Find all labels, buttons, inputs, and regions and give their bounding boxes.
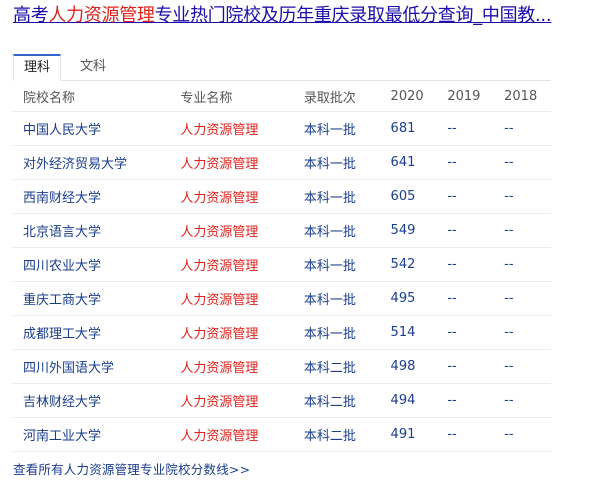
score-2019-cell: -- — [437, 111, 495, 146]
score-2018-cell: -- — [494, 213, 551, 248]
table-header-row: 院校名称 专业名称 录取批次 2020 2019 2018 — [13, 81, 551, 112]
score-2019-cell: -- — [437, 247, 495, 282]
school-cell[interactable]: 重庆工商大学 — [13, 281, 171, 316]
tab-arts[interactable]: 文科 — [69, 54, 117, 80]
school-cell[interactable]: 吉林财经大学 — [13, 383, 171, 418]
title-prefix: 高考 — [13, 5, 49, 26]
view-all-scores-link[interactable]: 查看所有人力资源管理专业院校分数线>> — [13, 459, 250, 478]
header-school: 院校名称 — [13, 81, 171, 112]
score-2020-cell: 641 — [380, 145, 438, 180]
subject-tabs: 理科 文科 — [13, 54, 551, 81]
school-cell[interactable]: 北京语言大学 — [13, 213, 171, 248]
table-row: 中国人民大学 人力资源管理 本科一批 681 -- -- — [13, 111, 551, 146]
batch-cell: 本科一批 — [293, 213, 381, 248]
header-2020: 2020 — [380, 81, 438, 112]
table-row: 重庆工商大学 人力资源管理 本科一批 495 -- -- — [13, 281, 551, 316]
page-title-link[interactable]: 高考人力资源管理专业热门院校及历年重庆录取最低分查询_中国教... — [13, 4, 553, 27]
table-row: 四川农业大学 人力资源管理 本科一批 542 -- -- — [13, 247, 551, 282]
major-cell[interactable]: 人力资源管理 — [170, 383, 294, 418]
header-batch: 录取批次 — [293, 81, 381, 112]
school-cell[interactable]: 四川农业大学 — [13, 247, 171, 282]
score-2020-cell: 549 — [380, 213, 438, 248]
major-cell[interactable]: 人力资源管理 — [170, 179, 294, 214]
batch-cell: 本科一批 — [293, 179, 381, 214]
score-2018-cell: -- — [494, 179, 551, 214]
score-2018-cell: -- — [494, 417, 551, 452]
score-2018-cell: -- — [494, 111, 551, 146]
score-2018-cell: -- — [494, 145, 551, 180]
major-cell[interactable]: 人力资源管理 — [170, 281, 294, 316]
score-2019-cell: -- — [437, 383, 495, 418]
score-2019-cell: -- — [437, 417, 495, 452]
header-2019: 2019 — [437, 81, 495, 112]
score-2019-cell: -- — [437, 145, 495, 180]
title-suffix: 专业热门院校及历年重庆录取最低分查询_中国教... — [154, 5, 552, 26]
school-cell[interactable]: 对外经济贸易大学 — [13, 145, 171, 180]
school-cell[interactable]: 中国人民大学 — [13, 111, 171, 146]
school-cell[interactable]: 四川外国语大学 — [13, 349, 171, 384]
score-2018-cell: -- — [494, 247, 551, 282]
score-2019-cell: -- — [437, 315, 495, 350]
score-2020-cell: 605 — [380, 179, 438, 214]
batch-cell: 本科二批 — [293, 417, 381, 452]
major-cell[interactable]: 人力资源管理 — [170, 111, 294, 146]
score-2018-cell: -- — [494, 349, 551, 384]
score-2020-cell: 542 — [380, 247, 438, 282]
score-2020-cell: 495 — [380, 281, 438, 316]
major-cell[interactable]: 人力资源管理 — [170, 145, 294, 180]
batch-cell: 本科二批 — [293, 349, 381, 384]
table-row: 吉林财经大学 人力资源管理 本科二批 494 -- -- — [13, 383, 551, 418]
major-cell[interactable]: 人力资源管理 — [170, 315, 294, 350]
major-cell[interactable]: 人力资源管理 — [170, 213, 294, 248]
score-2020-cell: 498 — [380, 349, 438, 384]
score-2019-cell: -- — [437, 349, 495, 384]
table-row: 成都理工大学 人力资源管理 本科一批 514 -- -- — [13, 315, 551, 350]
batch-cell: 本科一批 — [293, 247, 381, 282]
title-highlight: 人力资源管理 — [48, 5, 155, 26]
table-row: 北京语言大学 人力资源管理 本科一批 549 -- -- — [13, 213, 551, 248]
table-row: 四川外国语大学 人力资源管理 本科二批 498 -- -- — [13, 349, 551, 384]
score-table: 院校名称 专业名称 录取批次 2020 2019 2018 中国人民大学 人力资源… — [13, 81, 551, 452]
batch-cell: 本科一批 — [293, 111, 381, 146]
header-major: 专业名称 — [170, 81, 294, 112]
table-body: 中国人民大学 人力资源管理 本科一批 681 -- -- 对外经济贸易大学 人力资源管理 本科一… — [13, 111, 551, 452]
score-2020-cell: 514 — [380, 315, 438, 350]
batch-cell: 本科二批 — [293, 383, 381, 418]
score-2019-cell: -- — [437, 213, 495, 248]
major-cell[interactable]: 人力资源管理 — [170, 349, 294, 384]
major-cell[interactable]: 人力资源管理 — [170, 247, 294, 282]
score-2018-cell: -- — [494, 281, 551, 316]
batch-cell: 本科一批 — [293, 145, 381, 180]
score-2020-cell: 494 — [380, 383, 438, 418]
score-2018-cell: -- — [494, 315, 551, 350]
table-row: 对外经济贸易大学 人力资源管理 本科一批 641 -- -- — [13, 145, 551, 180]
table-row: 西南财经大学 人力资源管理 本科一批 605 -- -- — [13, 179, 551, 214]
school-cell[interactable]: 西南财经大学 — [13, 179, 171, 214]
score-2020-cell: 491 — [380, 417, 438, 452]
score-2019-cell: -- — [437, 281, 495, 316]
header-2018: 2018 — [494, 81, 551, 112]
score-2020-cell: 681 — [380, 111, 438, 146]
school-cell[interactable]: 河南工业大学 — [13, 417, 171, 452]
tab-science[interactable]: 理科 — [13, 54, 61, 81]
school-cell[interactable]: 成都理工大学 — [13, 315, 171, 350]
score-2019-cell: -- — [437, 179, 495, 214]
major-cell[interactable]: 人力资源管理 — [170, 417, 294, 452]
score-2018-cell: -- — [494, 383, 551, 418]
batch-cell: 本科一批 — [293, 315, 381, 350]
batch-cell: 本科一批 — [293, 281, 381, 316]
table-row: 河南工业大学 人力资源管理 本科二批 491 -- -- — [13, 417, 551, 452]
